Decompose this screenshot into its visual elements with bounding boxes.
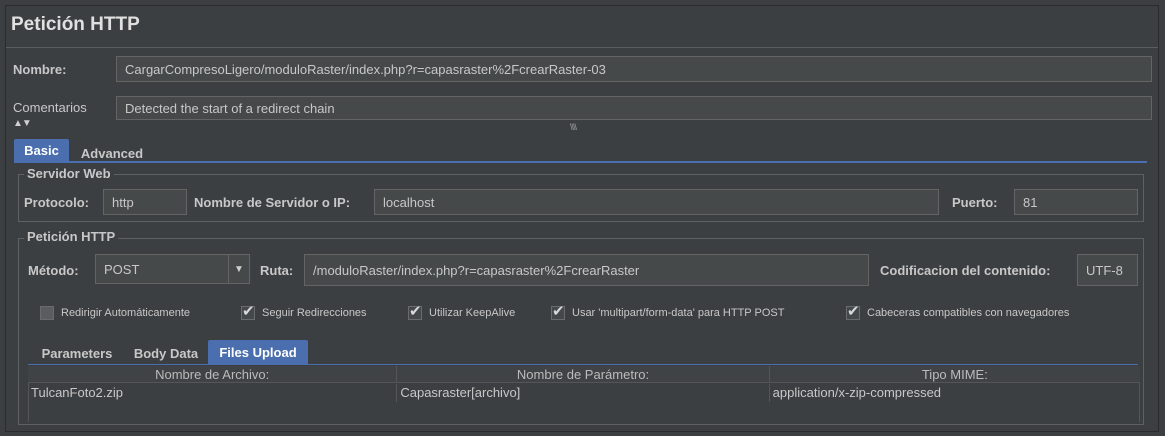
protocol-field[interactable]: http — [103, 189, 187, 215]
column-header-param[interactable]: Nombre de Parámetro: — [397, 366, 770, 382]
table-row[interactable]: TulcanFoto2.zip Capasraster[archivo] app… — [28, 384, 1140, 402]
method-select[interactable]: POST ▼ — [95, 254, 250, 284]
tab-parameters[interactable]: Parameters — [31, 342, 123, 364]
name-field[interactable]: CargarCompresoLigero/moduloRaster/index.… — [116, 56, 1152, 82]
web-server-legend: Servidor Web — [24, 166, 114, 181]
http-request-legend: Petición HTTP — [24, 229, 119, 244]
method-value: POST — [104, 261, 140, 277]
tab-files-upload[interactable]: Files Upload — [208, 340, 308, 364]
keepalive-label: Utilizar KeepAlive — [429, 307, 516, 319]
path-field[interactable]: /moduloRaster/index.php?r=capasraster%2F… — [304, 254, 869, 286]
multipart-checkbox[interactable]: ✔ Usar 'multipart/form-data' para HTTP P… — [551, 303, 785, 320]
tab-underline — [14, 161, 1147, 163]
server-label: Nombre de Servidor o IP: — [194, 195, 351, 210]
browser-headers-checkbox[interactable]: ✔ Cabeceras compatibles con navegadores — [846, 303, 1070, 320]
encoding-label: Codificacion del contenido: — [880, 263, 1051, 278]
port-field[interactable]: 81 — [1014, 189, 1138, 215]
divider-grip-icon[interactable]: \\\\ — [570, 122, 577, 132]
checkmark-icon: ✔ — [551, 303, 565, 320]
port-label: Puerto: — [952, 195, 998, 210]
checkmark-icon: ✔ — [241, 303, 255, 320]
comments-field[interactable]: Detected the start of a redirect chain — [116, 96, 1152, 120]
table-cell-mime[interactable]: application/x-zip-compressed — [770, 384, 1140, 402]
method-label: Método: — [28, 263, 79, 278]
browser-headers-label: Cabeceras compatibles con navegadores — [867, 307, 1070, 319]
files-table-header: Nombre de Archivo: Nombre de Parámetro: … — [28, 366, 1140, 383]
column-header-mime[interactable]: Tipo MIME: — [770, 366, 1140, 382]
subtab-underline — [28, 364, 1138, 365]
auto-redirect-label: Redirigir Automáticamente — [61, 307, 191, 319]
checkbox-unchecked-icon — [40, 306, 54, 320]
checkmark-icon: ✔ — [846, 303, 860, 320]
path-label: Ruta: — [260, 263, 294, 278]
comments-label: Comentarios — [13, 100, 87, 115]
auto-redirect-checkbox[interactable]: Redirigir Automáticamente — [40, 306, 190, 320]
checkmark-icon: ✔ — [408, 303, 422, 320]
name-label: Nombre: — [13, 62, 67, 77]
table-cell-filename[interactable]: TulcanFoto2.zip — [28, 384, 398, 402]
multipart-label: Usar 'multipart/form-data' para HTTP POS… — [572, 307, 785, 319]
title-divider — [6, 47, 1158, 48]
table-cell-param[interactable]: Capasraster[archivo] — [397, 384, 770, 402]
encoding-field[interactable]: UTF-8 — [1077, 254, 1138, 286]
protocol-label: Protocolo: — [24, 195, 89, 210]
collapse-toggle-icon[interactable]: ▲▼ — [13, 118, 32, 129]
page-title: Petición HTTP — [11, 14, 140, 35]
chevron-down-icon[interactable]: ▼ — [228, 255, 249, 283]
column-header-filename[interactable]: Nombre de Archivo: — [28, 366, 398, 382]
tab-basic[interactable]: Basic — [14, 139, 69, 161]
server-field[interactable]: localhost — [374, 189, 939, 215]
keepalive-checkbox[interactable]: ✔ Utilizar KeepAlive — [408, 303, 516, 320]
follow-redirects-checkbox[interactable]: ✔ Seguir Redirecciones — [241, 303, 367, 320]
tab-body-data[interactable]: Body Data — [126, 342, 206, 364]
follow-redirects-label: Seguir Redirecciones — [262, 307, 367, 319]
